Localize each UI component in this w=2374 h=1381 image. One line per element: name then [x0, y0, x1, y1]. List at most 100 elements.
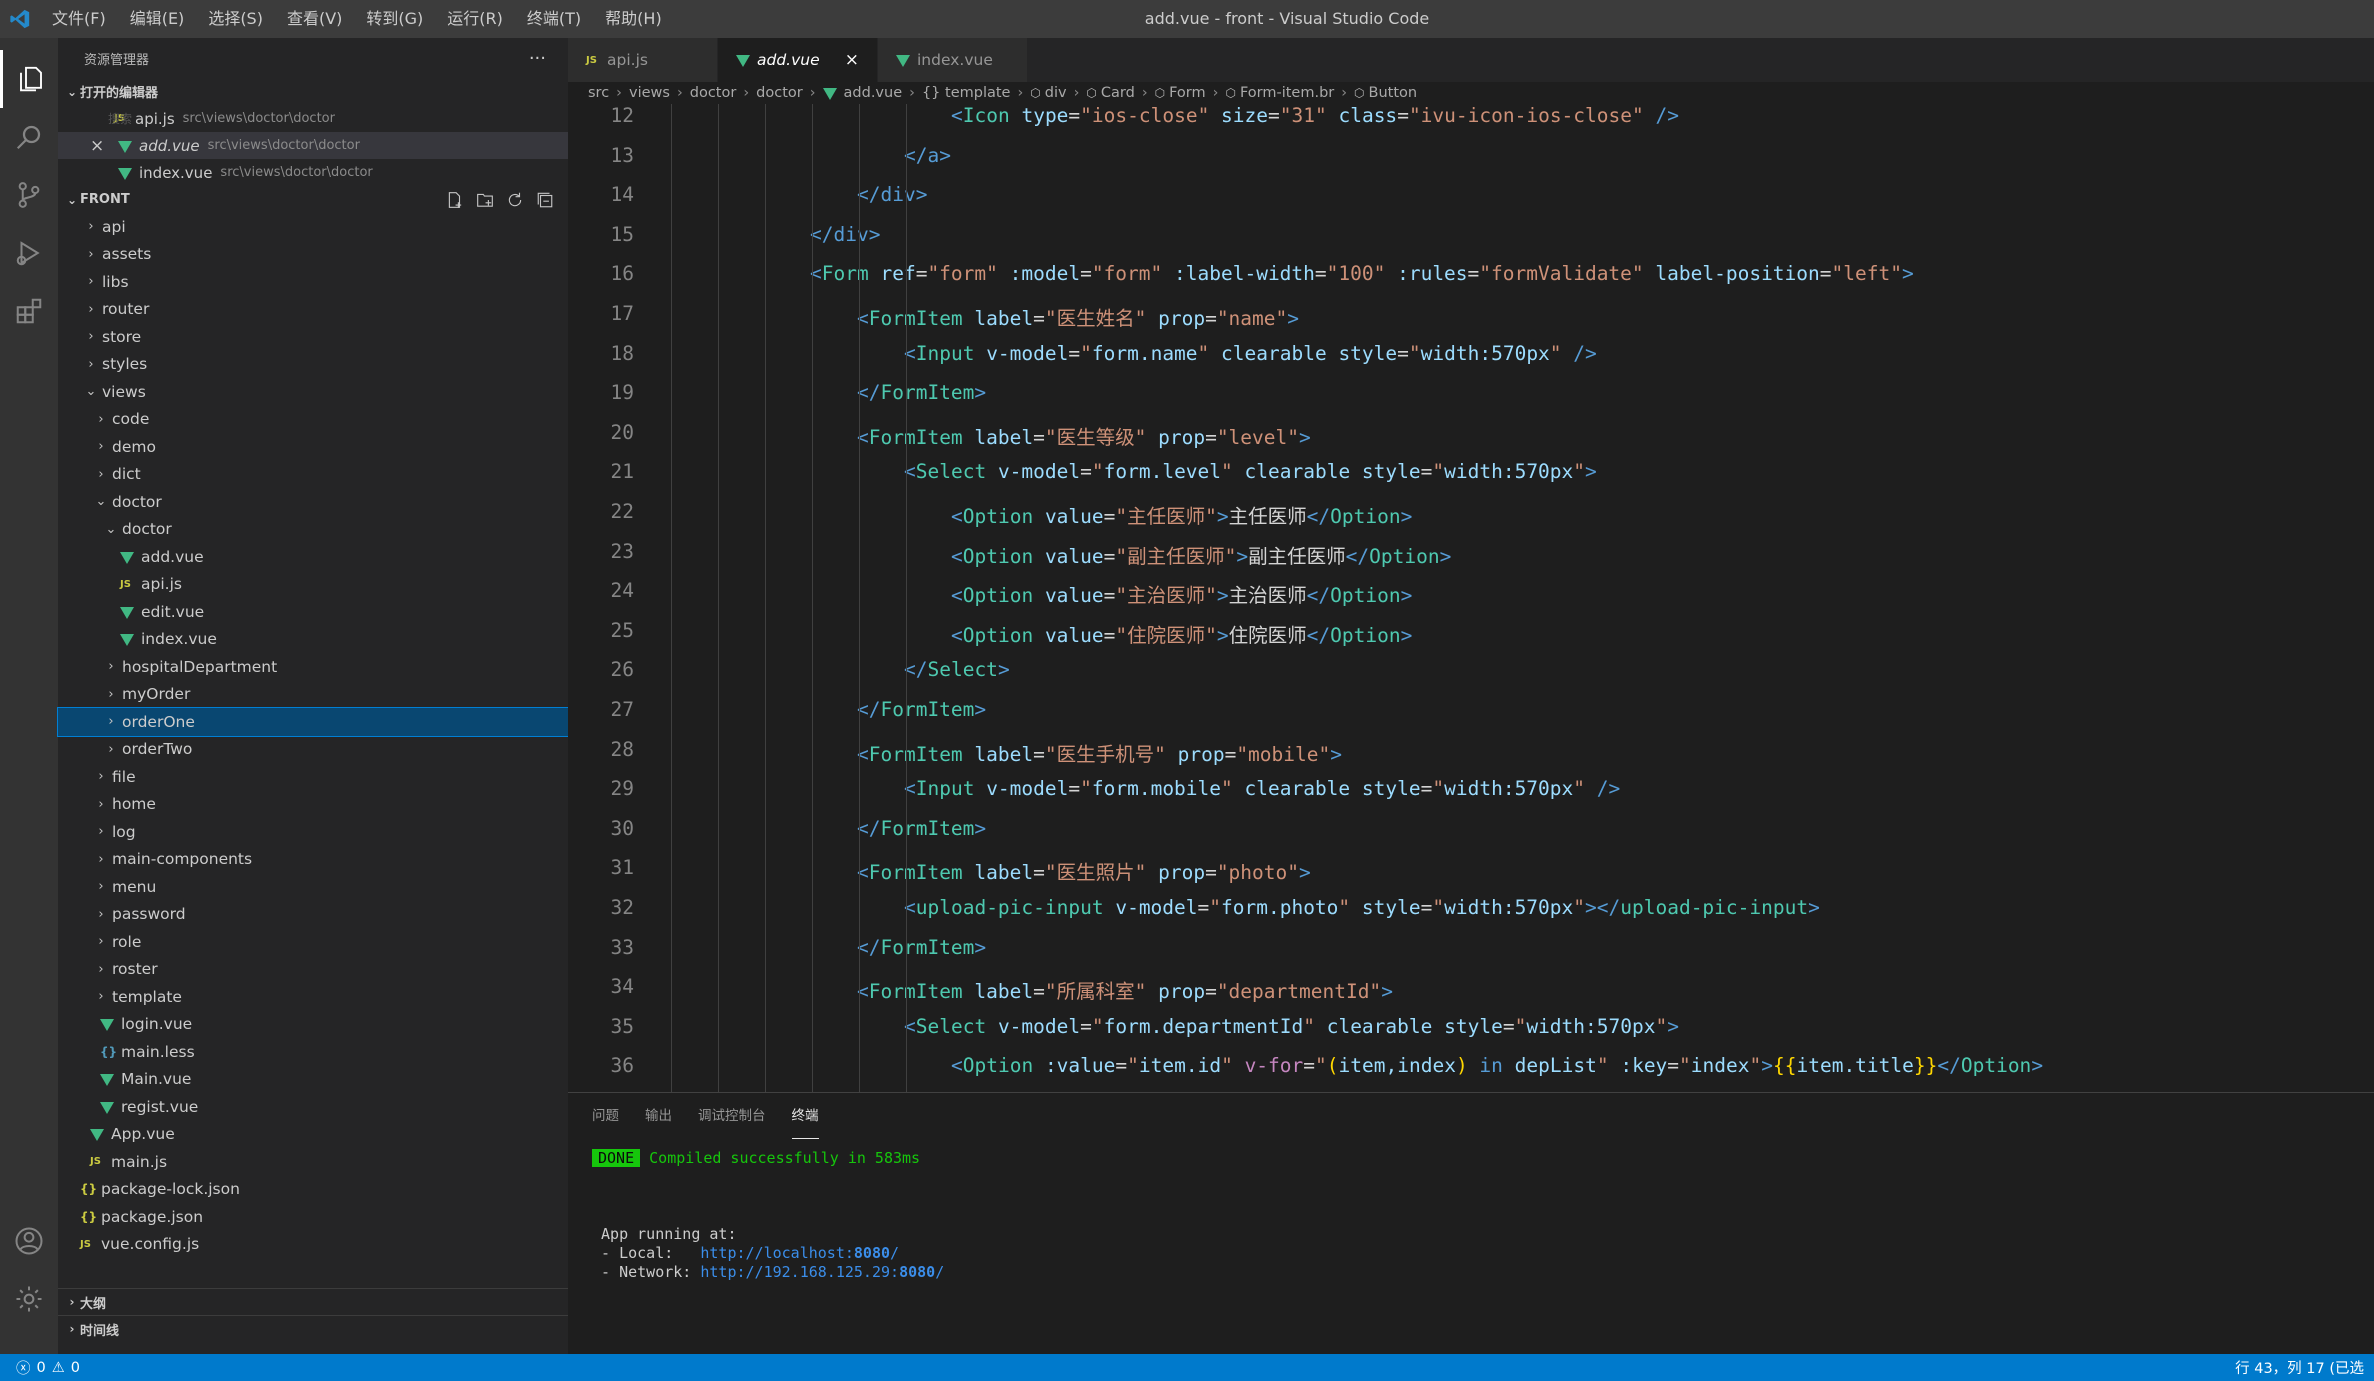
tab-add-vue[interactable]: add.vue × — [718, 38, 878, 82]
code-line[interactable]: <Option value="住院医师">住院医师</Option> — [951, 619, 1412, 648]
source-control-icon[interactable] — [0, 166, 58, 224]
file-item[interactable]: Main.vue — [58, 1066, 568, 1094]
code-line[interactable]: <Option value="主任医师">主任医师</Option> — [951, 500, 1412, 529]
breadcrumb-item[interactable]: src — [588, 85, 609, 101]
folder-item[interactable]: ⌄ doctor — [58, 488, 568, 516]
folder-item[interactable]: › myOrder — [58, 681, 568, 709]
tab-api-js[interactable]: JS api.js — [568, 38, 718, 82]
code-line[interactable]: <FormItem label="医生姓名" prop="name"> — [857, 302, 1299, 331]
new-file-icon[interactable] — [446, 191, 464, 209]
close-icon[interactable]: × — [845, 50, 859, 70]
folder-item[interactable]: › store — [58, 323, 568, 351]
file-item[interactable]: index.vue — [58, 626, 568, 654]
folder-item[interactable]: › file — [58, 763, 568, 791]
open-editor-item[interactable]: × add.vue src\views\doctor\doctor — [58, 132, 568, 159]
code-line[interactable]: </FormItem> — [857, 817, 986, 840]
breadcrumb-item[interactable]: add.vue — [844, 85, 903, 101]
code-line[interactable]: <Input v-model="form.mobile" clearable s… — [904, 777, 1620, 800]
search-icon[interactable] — [0, 108, 58, 166]
cursor-position[interactable]: 行 43，列 17 (已选 — [2235, 1357, 2374, 1378]
panel-tab[interactable]: 问题 — [592, 1093, 619, 1139]
code-line[interactable]: </FormItem> — [857, 936, 986, 959]
folder-item[interactable]: › libs — [58, 268, 568, 296]
breadcrumb-item[interactable]: {} template — [922, 85, 1011, 101]
terminal-output[interactable]: DONE Compiled successfully in 583ms App … — [592, 1149, 944, 1282]
code-line[interactable]: </div> — [810, 223, 880, 246]
code-line[interactable]: <FormItem label="医生手机号" prop="mobile"> — [857, 738, 1342, 767]
collapse-all-icon[interactable] — [536, 191, 554, 209]
file-item[interactable]: edit.vue — [58, 598, 568, 626]
folder-item[interactable]: › log — [58, 818, 568, 846]
folder-item[interactable]: › password — [58, 901, 568, 929]
folder-item[interactable]: › roster — [58, 956, 568, 984]
folder-item[interactable]: › orderOne — [57, 707, 569, 737]
menu-item[interactable]: 转到(G) — [354, 0, 435, 38]
code-line[interactable]: <Icon type="ios-close" size="31" class="… — [951, 104, 1679, 127]
code-line[interactable]: <FormItem label="医生照片" prop="photo"> — [857, 856, 1311, 885]
code-line[interactable]: <Input v-model="form.name" clearable sty… — [904, 342, 1597, 365]
folder-item[interactable]: › home — [58, 791, 568, 819]
folder-item[interactable]: › orderTwo — [58, 736, 568, 764]
code-line[interactable]: <Select v-model="form.level" clearable s… — [904, 460, 1597, 483]
code-line[interactable]: <Option :value="item.id" v-for="(item,in… — [951, 1054, 2043, 1077]
panel-tab[interactable]: 终端 — [791, 1093, 819, 1139]
code-line[interactable]: <upload-pic-input v-model="form.photo" s… — [904, 896, 1820, 919]
file-item[interactable]: regist.vue — [58, 1093, 568, 1121]
breadcrumb-item[interactable]: Button — [1369, 85, 1418, 101]
refresh-icon[interactable] — [506, 191, 524, 209]
folder-item[interactable]: › dict — [58, 461, 568, 489]
front-folder-header[interactable]: ⌄ FRONT — [58, 186, 568, 213]
file-item[interactable]: JS main.js — [58, 1148, 568, 1176]
problems-indicator[interactable]: ⓧ 0 ⚠ 0 — [0, 1357, 80, 1378]
code-line[interactable]: <Form ref="form" :model="form" :label-wi… — [810, 262, 1914, 285]
folder-item[interactable]: › router — [58, 296, 568, 324]
code-line[interactable]: </a> — [904, 144, 951, 167]
panel-tab[interactable]: 调试控制台 — [698, 1093, 766, 1139]
open-editors-header[interactable]: ⌄ 打开的编辑器 — [58, 78, 568, 105]
breadcrumb-item[interactable]: Form-item.br — [1240, 85, 1334, 101]
explorer-icon[interactable] — [0, 50, 58, 108]
menu-item[interactable]: 查看(V) — [275, 0, 354, 38]
file-item[interactable]: JS api.js — [58, 571, 568, 599]
folder-item[interactable]: › menu — [58, 873, 568, 901]
folder-item[interactable]: › api — [58, 213, 568, 241]
breadcrumb-item[interactable]: Card — [1101, 85, 1135, 101]
tab-index-vue[interactable]: index.vue — [878, 38, 1028, 82]
breadcrumb-item[interactable]: doctor — [756, 85, 803, 101]
folder-item[interactable]: › assets — [58, 241, 568, 269]
close-icon[interactable]: × — [90, 136, 104, 156]
open-editor-item[interactable]: index.vue src\views\doctor\doctor — [58, 159, 568, 186]
folder-item[interactable]: › code — [58, 406, 568, 434]
accounts-icon[interactable] — [0, 1212, 58, 1270]
menu-item[interactable]: 运行(R) — [435, 0, 515, 38]
file-item[interactable]: App.vue — [58, 1121, 568, 1149]
folder-item[interactable]: › demo — [58, 433, 568, 461]
folder-item[interactable]: ⌄ views — [58, 378, 568, 406]
code-line[interactable]: <Select v-model="form.departmentId" clea… — [904, 1015, 1679, 1038]
file-item[interactable]: {} main.less — [58, 1038, 568, 1066]
breadcrumb-item[interactable]: Form — [1169, 85, 1206, 101]
code-line[interactable]: </div> — [857, 183, 927, 206]
folder-item[interactable]: ⌄ doctor — [58, 516, 568, 544]
timeline-header[interactable]: › 时间线 — [58, 1315, 568, 1342]
menu-item[interactable]: 文件(F) — [40, 0, 118, 38]
code-line[interactable]: <Option value="主治医师">主治医师</Option> — [951, 579, 1412, 608]
folder-item[interactable]: › role — [58, 928, 568, 956]
file-item[interactable]: add.vue — [58, 543, 568, 571]
folder-item[interactable]: › hospitalDepartment — [58, 653, 568, 681]
panel-tab[interactable]: 输出 — [645, 1093, 672, 1139]
code-line[interactable]: <Option value="副主任医师">副主任医师</Option> — [951, 540, 1451, 569]
breadcrumb-item[interactable]: doctor — [690, 85, 737, 101]
code-line[interactable]: <FormItem label="所属科室" prop="departmentI… — [857, 975, 1393, 1004]
menu-item[interactable]: 帮助(H) — [593, 0, 674, 38]
new-folder-icon[interactable] — [476, 191, 494, 209]
code-editor[interactable]: 12 <Icon type="ios-close" size="31" class… — [568, 104, 2374, 1094]
extensions-icon[interactable] — [0, 282, 58, 340]
breadcrumb-item[interactable]: views — [629, 85, 670, 101]
code-line[interactable]: </Select> — [904, 658, 1010, 681]
menu-item[interactable]: 编辑(E) — [118, 0, 197, 38]
local-url[interactable]: http://localhost:8080/ — [700, 1244, 899, 1262]
code-line[interactable]: <FormItem label="医生等级" prop="level"> — [857, 421, 1311, 450]
more-actions-icon[interactable]: ··· — [529, 48, 546, 69]
network-url[interactable]: http://192.168.125.29:8080/ — [700, 1263, 944, 1281]
